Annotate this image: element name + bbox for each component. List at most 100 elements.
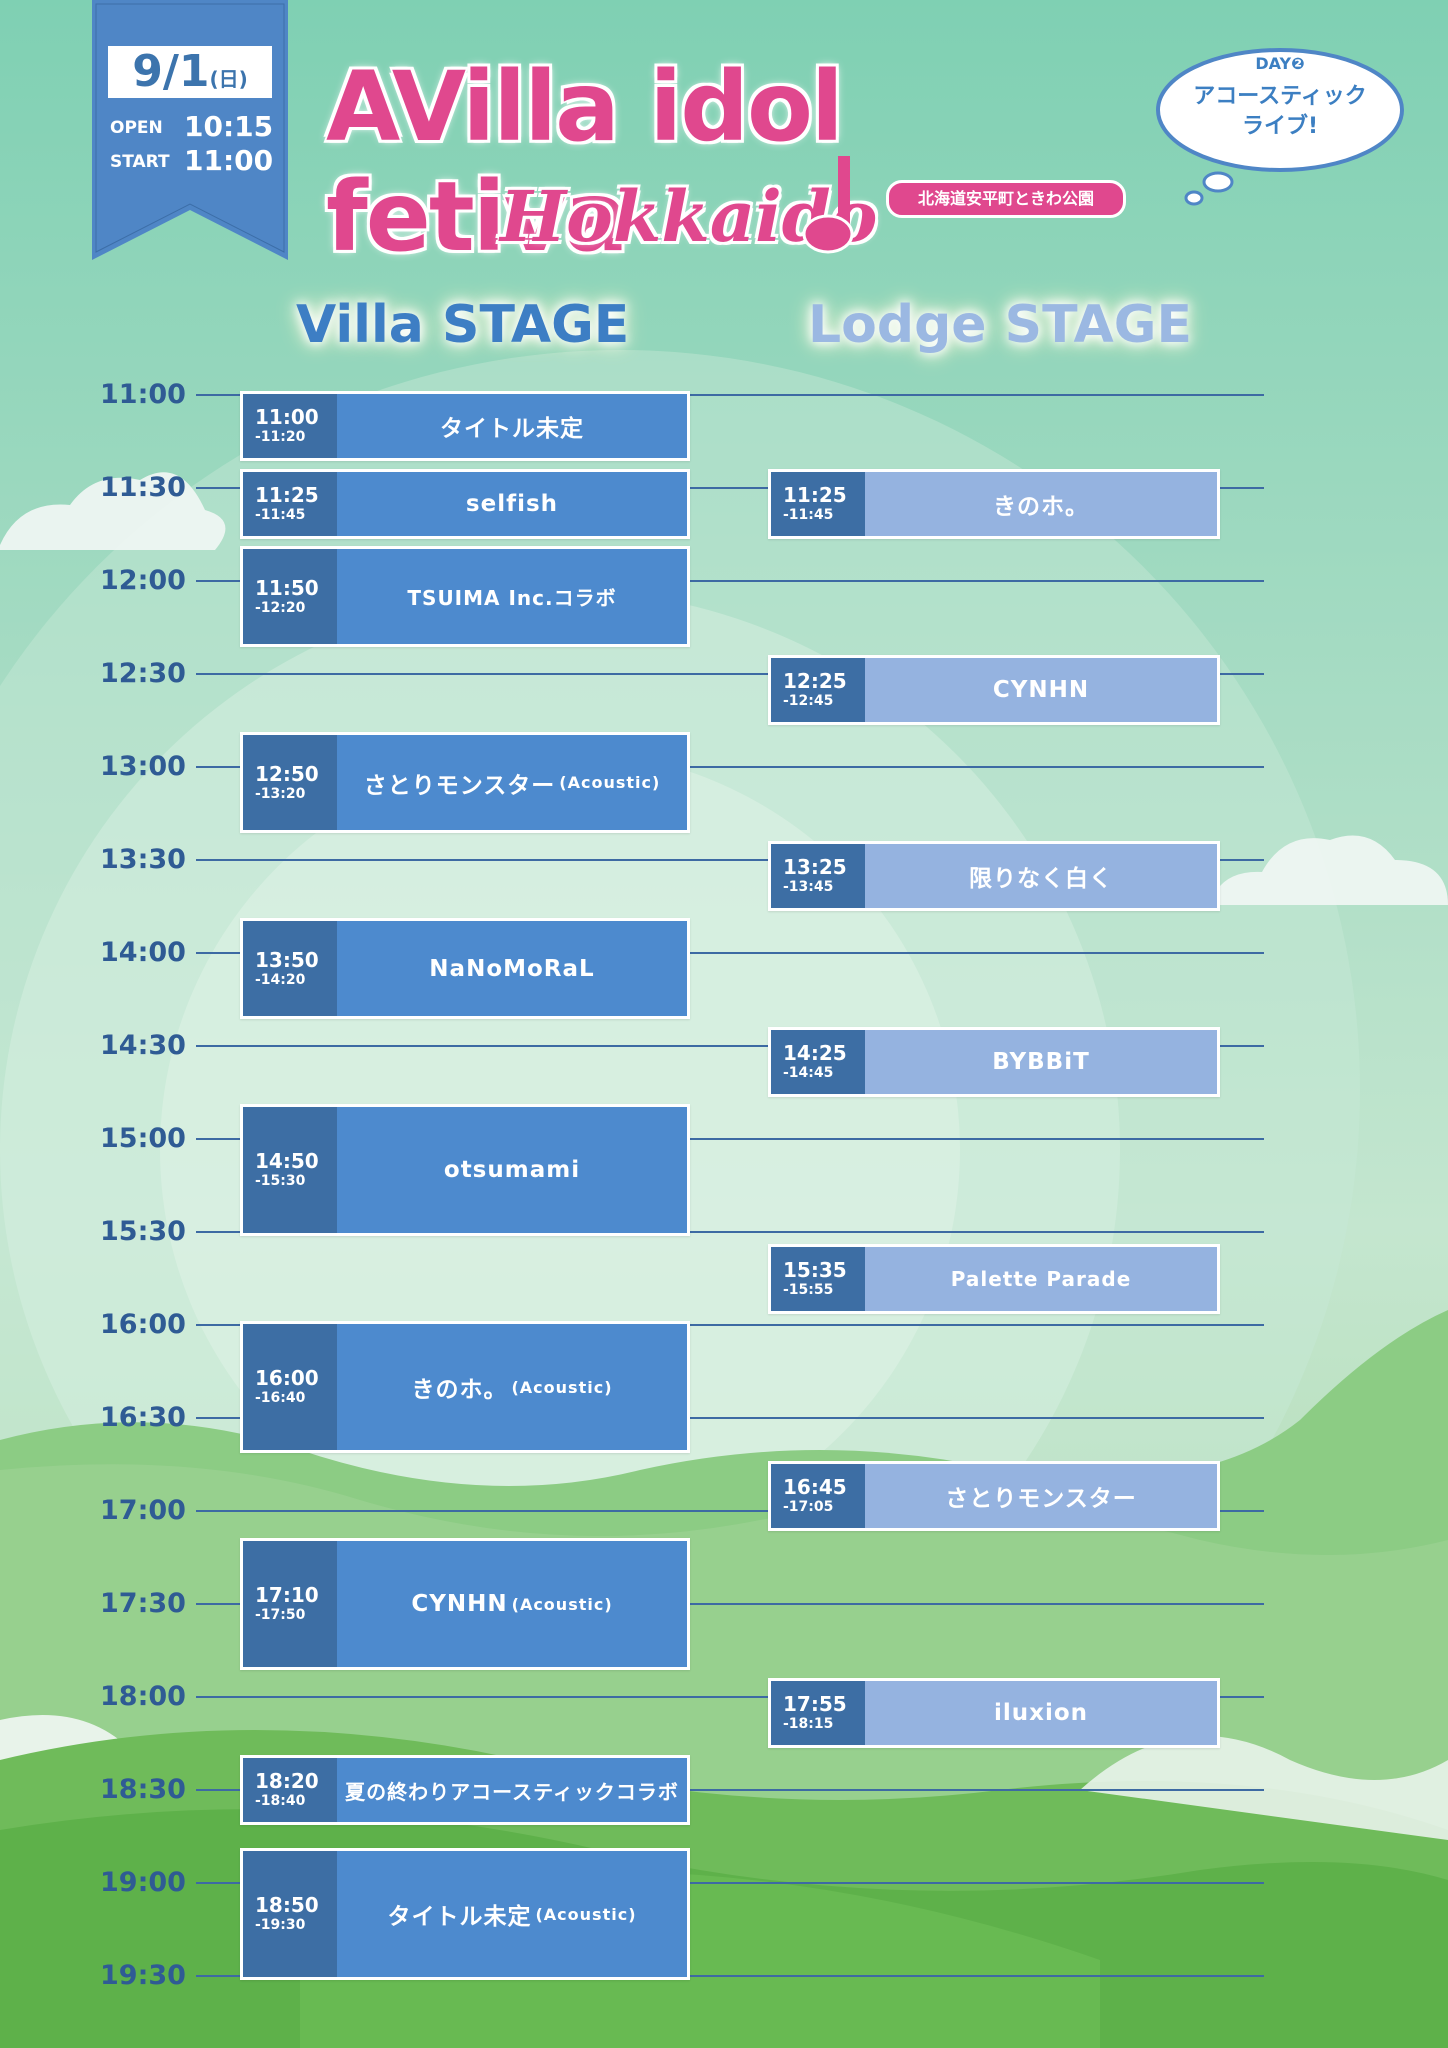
artist-name: TSUIMA Inc.コラボ (407, 586, 617, 610)
open-time: 10:15 (184, 110, 274, 143)
slot-time: 12:50 -13:20 (243, 735, 337, 830)
time-label: 17:30 (100, 1588, 186, 1619)
villa-slot[interactable]: 12:50 -13:20 さとりモンスター (Acoustic) (240, 732, 690, 833)
villa-slot[interactable]: 18:50 -19:30 タイトル未定 (Acoustic) (240, 1848, 690, 1980)
time-label: 12:30 (100, 658, 186, 689)
lodge-stage-header: Lodge STAGE (808, 295, 1193, 355)
slot-artist: タイトル未定 (337, 394, 687, 458)
artist-name: きのホ。 (993, 493, 1089, 520)
slot-start-time: 15:35 (783, 1257, 847, 1282)
artist-name: otsumami (443, 1157, 581, 1183)
slot-end-time: -13:45 (783, 878, 834, 895)
villa-slot[interactable]: 11:00 -11:20 タイトル未定 (240, 391, 690, 461)
lodge-slot[interactable]: 15:35 -15:55 Palette Parade (768, 1243, 1220, 1314)
slot-artist: 夏の終わりアコースティックコラボ (337, 1758, 687, 1822)
time-label: 13:30 (100, 844, 186, 875)
slot-time: 11:50 -12:20 (243, 549, 337, 644)
slot-artist: CYNHN (Acoustic) (337, 1541, 687, 1667)
artist-name: CYNHN (411, 1591, 508, 1617)
slot-start-time: 12:25 (783, 668, 847, 693)
slot-artist: 限りなく白く (865, 843, 1217, 908)
slot-start-time: 11:00 (255, 405, 319, 429)
villa-stage-header: Villa STAGE (296, 295, 630, 355)
slot-time: 17:55 -18:15 (771, 1680, 865, 1745)
slot-end-time: -14:20 (255, 971, 306, 988)
slot-artist: BYBBiT (865, 1029, 1217, 1094)
slot-start-time: 18:20 (255, 1769, 319, 1793)
slot-artist: NaNoMoRaL (337, 921, 687, 1016)
lodge-slot[interactable]: 12:25 -12:45 CYNHN (768, 654, 1220, 725)
slot-artist: さとりモンスター (865, 1463, 1217, 1528)
venue-badge: 北海道安平町ときわ公園 (886, 180, 1126, 218)
slot-artist: タイトル未定 (Acoustic) (337, 1851, 687, 1977)
festival-subtitle: Hokkaido (500, 175, 878, 258)
time-label: 12:00 (100, 565, 186, 596)
time-label: 11:00 (100, 379, 186, 410)
artist-name: selfish (465, 490, 559, 517)
villa-slot[interactable]: 13:50 -14:20 NaNoMoRaL (240, 918, 690, 1019)
slot-start-time: 17:10 (255, 1583, 319, 1607)
slot-time: 18:20 -18:40 (243, 1758, 337, 1822)
time-label: 13:00 (100, 751, 186, 782)
time-label: 14:30 (100, 1030, 186, 1061)
time-label: 19:30 (100, 1960, 186, 1991)
slot-end-time: -11:45 (783, 506, 834, 523)
artist-name: さとりモンスター (945, 1485, 1137, 1512)
villa-slot[interactable]: 11:25 -11:45 selfish (240, 468, 690, 539)
slot-start-time: 12:50 (255, 761, 319, 786)
time-label: 19:00 (100, 1867, 186, 1898)
villa-slot[interactable]: 17:10 -17:50 CYNHN (Acoustic) (240, 1538, 690, 1670)
lodge-slot[interactable]: 11:25 -11:45 きのホ。 (768, 468, 1220, 539)
open-label: OPEN (110, 118, 163, 138)
slot-end-time: -11:20 (255, 429, 306, 445)
slot-time: 14:25 -14:45 (771, 1029, 865, 1094)
slot-start-time: 17:55 (783, 1691, 847, 1716)
lodge-slot[interactable]: 17:55 -18:15 iluxion (768, 1677, 1220, 1748)
slot-end-time: -12:45 (783, 692, 834, 709)
date-ribbon: 9/1(日) OPEN 10:15 START 11:00 (92, 0, 288, 260)
villa-slot[interactable]: 16:00 -16:40 きのホ。 (Acoustic) (240, 1321, 690, 1453)
time-label: 11:30 (100, 472, 186, 503)
villa-slot[interactable]: 11:50 -12:20 TSUIMA Inc.コラボ (240, 546, 690, 647)
artist-name: iluxion (993, 1699, 1089, 1726)
slot-end-time: -18:15 (783, 1715, 834, 1732)
lodge-slot[interactable]: 16:45 -17:05 さとりモンスター (768, 1460, 1220, 1531)
slot-end-time: -14:45 (783, 1064, 834, 1081)
slot-time: 11:25 -11:45 (771, 471, 865, 536)
slot-end-time: -17:50 (255, 1607, 306, 1623)
background-scenery (0, 350, 1448, 2048)
slot-time: 17:10 -17:50 (243, 1541, 337, 1667)
artist-name: 夏の終わりアコースティックコラボ (345, 1779, 679, 1804)
time-label: 15:30 (100, 1216, 186, 1247)
slot-artist: selfish (337, 471, 687, 536)
artist-name: CYNHN (992, 676, 1090, 703)
lodge-slot[interactable]: 14:25 -14:45 BYBBiT (768, 1026, 1220, 1097)
artist-name: さとりモンスター (363, 772, 556, 799)
slot-time: 16:00 -16:40 (243, 1324, 337, 1450)
time-label: 14:00 (100, 937, 186, 968)
slot-start-time: 14:25 (783, 1040, 847, 1065)
slot-artist: CYNHN (865, 657, 1217, 722)
slot-end-time: -19:30 (255, 1917, 306, 1933)
slot-time: 11:25 -11:45 (243, 471, 337, 536)
slot-time: 16:45 -17:05 (771, 1463, 865, 1528)
slot-artist: iluxion (865, 1680, 1217, 1745)
slot-end-time: -15:55 (783, 1281, 834, 1298)
slot-end-time: -15:30 (255, 1173, 306, 1189)
music-note-icon (802, 156, 854, 254)
time-label: 18:30 (100, 1774, 186, 1805)
slot-time: 11:00 -11:20 (243, 394, 337, 458)
lodge-slot[interactable]: 13:25 -13:45 限りなく白く (768, 840, 1220, 911)
slot-time: 15:35 -15:55 (771, 1246, 865, 1311)
villa-slot[interactable]: 14:50 -15:30 otsumami (240, 1104, 690, 1236)
event-date: 9/1(日) (108, 46, 272, 98)
slot-artist: きのホ。 (865, 471, 1217, 536)
artist-name: Palette Parade (950, 1266, 1132, 1291)
slot-start-time: 11:25 (255, 482, 319, 507)
villa-slot[interactable]: 18:20 -18:40 夏の終わりアコースティックコラボ (240, 1755, 690, 1825)
slot-start-time: 16:00 (255, 1366, 319, 1390)
artist-note: (Acoustic) (511, 1594, 613, 1614)
slot-end-time: -16:40 (255, 1390, 306, 1406)
artist-name: タイトル未定 (440, 416, 584, 442)
slot-time: 12:25 -12:45 (771, 657, 865, 722)
